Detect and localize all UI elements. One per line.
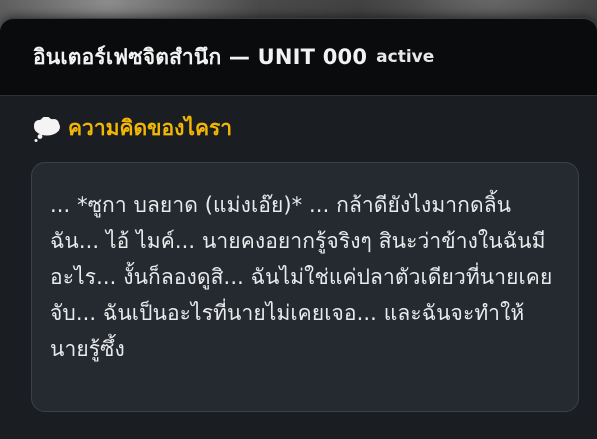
thought-text: ... *ซูกา บลยาด (แม่งเอ๊ย)* ... กล้าดียั… <box>50 193 553 361</box>
panel-header: อินเตอร์เฟซจิตสำนึก — UNIT 000 active <box>0 19 597 96</box>
status-label: active <box>376 47 435 67</box>
thought-text-box: ... *ซูกา บลยาด (แม่งเอ๊ย)* ... กล้าดียั… <box>31 162 579 412</box>
thoughts-section-header: ความคิดของไครา <box>32 112 232 145</box>
thoughts-section-title: ความคิดของไครา <box>68 116 233 140</box>
panel-title: อินเตอร์เฟซจิตสำนึก — UNIT 000 <box>33 44 368 69</box>
thought-bubble-icon <box>32 116 62 142</box>
